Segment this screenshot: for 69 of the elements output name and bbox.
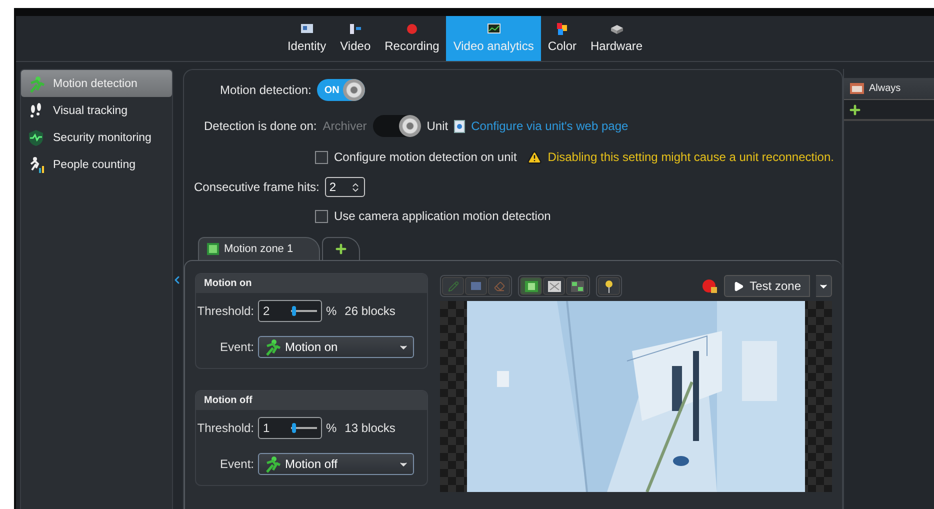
tab[interactable]: Identity <box>280 16 334 61</box>
dropdown-button[interactable] <box>816 275 832 297</box>
color-blocks-icon <box>555 22 570 36</box>
rectangle-icon <box>470 281 482 291</box>
zone-tab[interactable]: Motion zone 1 <box>198 237 320 260</box>
rectangle-tool[interactable] <box>465 277 487 295</box>
label: Consecutive frame hits: <box>194 180 320 194</box>
group-title: Motion off <box>204 395 252 406</box>
schedule-item[interactable]: Always <box>844 78 934 100</box>
pin-icon <box>605 280 613 292</box>
sidebar-item[interactable]: Visual tracking <box>21 97 172 124</box>
page-icon <box>454 120 466 132</box>
plus-icon <box>848 102 862 116</box>
calendar-icon <box>850 83 864 94</box>
option-label: Unit <box>426 119 448 133</box>
tab[interactable]: Color <box>540 16 584 61</box>
label: Threshold: <box>196 421 254 435</box>
box-icon <box>610 22 624 36</box>
clear-icon <box>548 280 560 292</box>
grid-tool[interactable] <box>566 277 588 295</box>
grid-icon <box>570 280 584 292</box>
blocks-count: 26 blocks <box>344 304 396 318</box>
pencil-icon <box>448 280 458 292</box>
sidebar-item[interactable]: Security monitoring <box>21 124 172 151</box>
running-figure-icon <box>263 455 281 473</box>
running-figure-icon <box>263 338 281 356</box>
threshold-field[interactable]: 1 <box>258 417 322 439</box>
threshold-field[interactable]: 2 <box>258 300 322 322</box>
label: Event: <box>218 457 254 471</box>
tab[interactable]: Hardware <box>584 16 650 61</box>
zone-icon <box>207 243 219 255</box>
group-title: Motion on <box>204 278 252 289</box>
option-label: Archiver <box>322 119 367 133</box>
event-dropdown[interactable]: Motion on <box>258 336 414 358</box>
checkbox-label: Configure motion detection on unit <box>334 150 517 164</box>
web-page-link[interactable]: Configure via unit's web page <box>471 119 628 133</box>
warning-text: Disabling this setting might cause a unit reconnection. <box>548 150 834 164</box>
running-figure-icon <box>27 74 45 92</box>
monitor-icon <box>486 22 501 36</box>
checkbox-label: Use camera application motion detection <box>334 209 551 223</box>
label: Event: <box>218 340 254 354</box>
test-zone-button[interactable]: Test zone <box>724 275 810 297</box>
plus-icon <box>334 242 348 256</box>
checkbox[interactable] <box>315 150 328 164</box>
clear-tool[interactable] <box>543 277 565 295</box>
toggle-switch[interactable] <box>372 115 421 137</box>
event-dropdown[interactable]: Motion off <box>258 453 414 475</box>
tab[interactable]: Video <box>333 16 378 61</box>
fill-icon <box>524 280 538 292</box>
unit-label: % <box>326 421 337 435</box>
id-card-icon <box>300 22 314 36</box>
number-field[interactable]: 2 <box>325 177 366 197</box>
sidebar-item[interactable]: Motion detection <box>21 70 172 97</box>
checkbox[interactable] <box>315 210 328 222</box>
fill-tool[interactable] <box>520 277 542 295</box>
label: Detection is done on: <box>204 119 317 133</box>
record-icon <box>404 22 419 36</box>
eraser-icon <box>494 280 504 292</box>
shield-icon <box>27 128 45 146</box>
unit-label: % <box>326 304 337 318</box>
label: Threshold: <box>196 304 254 318</box>
label: Motion detection: <box>220 83 312 97</box>
warning-icon <box>526 150 542 164</box>
tab[interactable]: Recording <box>378 16 446 61</box>
blocks-count: 13 blocks <box>344 421 396 435</box>
sidebar-item[interactable]: People counting <box>21 151 172 178</box>
add-zone-button[interactable] <box>322 237 360 260</box>
play-icon <box>732 280 744 292</box>
record-lock-icon <box>702 278 718 294</box>
